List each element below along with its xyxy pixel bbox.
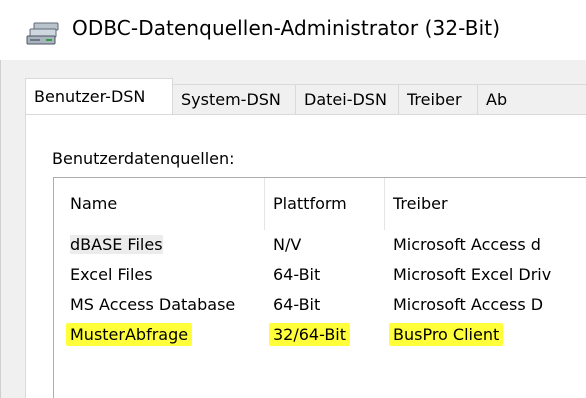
list-row[interactable]: Excel Files 64-Bit Microsoft Excel Driv	[54, 260, 586, 290]
tab-system-dsn[interactable]: System-DSN	[172, 84, 296, 114]
row-platform: 64-Bit	[273, 265, 321, 284]
list-header: Name Plattform Treiber	[54, 178, 586, 230]
tab-label: Treiber	[407, 90, 462, 109]
row-platform: 64-Bit	[273, 295, 321, 314]
list-row[interactable]: MS Access Database 64-Bit Microsoft Acce…	[54, 290, 586, 320]
dsn-list[interactable]: Name Plattform Treiber dBASE Files N/V M…	[53, 177, 586, 398]
section-label: Benutzerdatenquellen:	[52, 149, 235, 168]
column-header-platform[interactable]: Plattform	[265, 178, 385, 230]
tab-datei-dsn[interactable]: Datei-DSN	[295, 84, 399, 114]
title-bar[interactable]: ODBC-Datenquellen-Administrator (32-Bit)	[0, 0, 586, 60]
tab-ablaufverfolgung[interactable]: Ab	[477, 84, 586, 114]
row-driver: Microsoft Access d	[393, 235, 541, 254]
row-driver: Microsoft Access D	[393, 295, 544, 314]
tab-label: Benutzer-DSN	[34, 87, 146, 106]
window-title: ODBC-Datenquellen-Administrator (32-Bit)	[72, 16, 501, 40]
row-name-text: dBASE Files	[70, 235, 163, 254]
row-driver: Microsoft Excel Driv	[393, 265, 552, 284]
row-name: MusterAbfrage	[66, 320, 256, 350]
column-header-driver[interactable]: Treiber	[385, 178, 586, 230]
tab-label: System-DSN	[181, 90, 281, 109]
tab-label: Ab	[486, 90, 508, 109]
window-body: Benutzer-DSN System-DSN Datei-DSN Treibe…	[0, 60, 586, 398]
row-name-text: MusterAbfrage	[66, 323, 193, 346]
row-platform: N/V	[273, 235, 302, 254]
odbc-datasource-icon	[26, 22, 59, 45]
tab-panel: Benutzerdatenquellen: Name Plattform Tre…	[25, 114, 586, 398]
column-header-name[interactable]: Name	[54, 178, 265, 230]
list-row[interactable]: dBASE Files N/V Microsoft Access d	[54, 230, 586, 260]
row-name: Excel Files	[70, 265, 153, 284]
row-name: MS Access Database	[70, 295, 236, 314]
tab-label: Datei-DSN	[304, 90, 387, 109]
row-driver-text: BusPro Client	[389, 323, 504, 346]
tab-treiber[interactable]: Treiber	[398, 84, 478, 114]
row-platform-text: 32/64-Bit	[269, 323, 351, 346]
row-platform: 32/64-Bit	[269, 320, 387, 350]
tab-strip: Benutzer-DSN System-DSN Datei-DSN Treibe…	[25, 78, 586, 114]
row-name: dBASE Files	[70, 230, 260, 260]
row-driver: BusPro Client	[389, 320, 586, 350]
list-row[interactable]: MusterAbfrage 32/64-Bit BusPro Client	[54, 320, 586, 350]
tab-benutzer-dsn[interactable]: Benutzer-DSN	[25, 78, 173, 114]
